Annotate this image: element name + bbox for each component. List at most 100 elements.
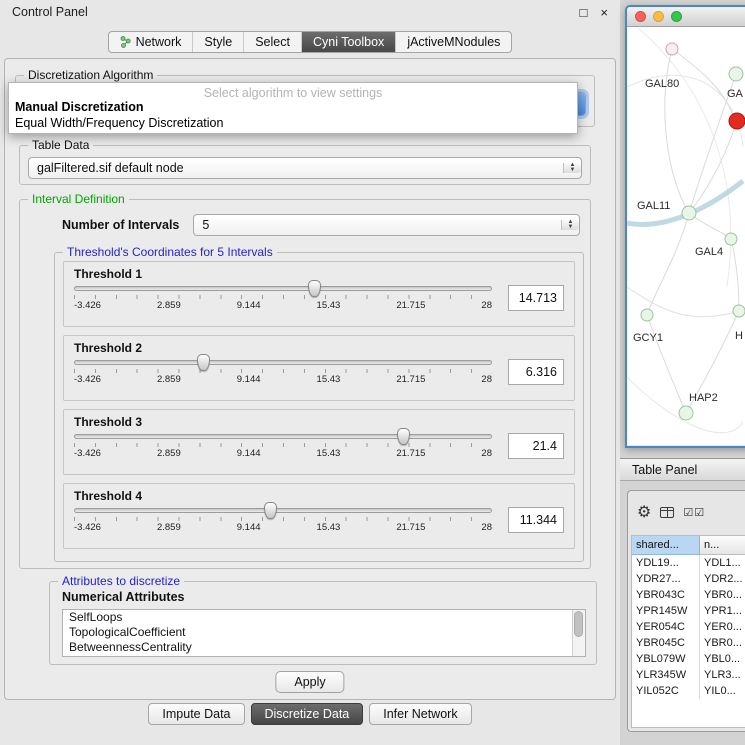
interval-definition-label: Interval Definition bbox=[28, 192, 129, 206]
slider-thumb[interactable] bbox=[397, 428, 410, 445]
table-cell[interactable]: YDL1... bbox=[700, 555, 745, 571]
list-item[interactable]: BetweennessCentrality bbox=[63, 640, 572, 655]
table-cell[interactable]: YBL079W bbox=[632, 651, 700, 667]
network-node[interactable] bbox=[729, 67, 743, 81]
network-node[interactable] bbox=[682, 206, 696, 220]
table-row[interactable]: YIL052CYIL0... bbox=[632, 683, 745, 699]
tab-infer-network[interactable]: Infer Network bbox=[369, 703, 471, 725]
table-row[interactable]: YLR345WYLR3... bbox=[632, 667, 745, 683]
scale-tick-label: -3.426 bbox=[74, 522, 101, 533]
slider-scale-labels: -3.4262.8599.14415.4321.71528 bbox=[74, 300, 492, 311]
tab-style[interactable]: Style bbox=[192, 32, 243, 52]
table-cell[interactable]: YBL0... bbox=[700, 651, 745, 667]
column-header-shared-name[interactable]: shared... bbox=[632, 536, 700, 555]
scrollbar-thumb[interactable] bbox=[574, 611, 583, 637]
algorithm-popup-options: Manual DiscretizationEqual Width/Frequen… bbox=[9, 99, 577, 131]
table-cell[interactable]: YIL052C bbox=[632, 683, 700, 699]
minimize-traffic-light-icon[interactable] bbox=[653, 11, 664, 22]
close-icon[interactable]: × bbox=[600, 6, 608, 19]
table-cell[interactable]: YPR145W bbox=[632, 603, 700, 619]
threshold-label: Threshold 1 bbox=[74, 267, 564, 281]
columns-icon[interactable] bbox=[660, 507, 674, 518]
network-edge[interactable] bbox=[647, 213, 689, 315]
threshold-value-input[interactable]: 21.4 bbox=[508, 433, 564, 459]
table-cell[interactable]: YBR043C bbox=[632, 587, 700, 603]
slider-track[interactable] bbox=[74, 508, 492, 513]
list-item[interactable]: SelfLoops bbox=[63, 610, 572, 625]
threshold-value-input[interactable]: 6.316 bbox=[508, 359, 564, 385]
apply-button[interactable]: Apply bbox=[275, 671, 344, 693]
gear-icon[interactable]: ⚙ bbox=[637, 504, 651, 520]
slider-thumb[interactable] bbox=[197, 354, 210, 371]
network-node[interactable] bbox=[725, 233, 737, 245]
threshold-slider[interactable]: -3.4262.8599.14415.4321.71528 bbox=[74, 434, 492, 459]
combo-stepper-icon[interactable]: ▲▼ bbox=[563, 163, 581, 173]
table-cell[interactable]: YDL19... bbox=[632, 555, 700, 571]
table-cell[interactable]: YBR0... bbox=[700, 587, 745, 603]
slider-track[interactable] bbox=[74, 434, 492, 439]
network-window-titlebar bbox=[627, 7, 745, 27]
menu-item[interactable]: Manual Discretization bbox=[9, 99, 577, 115]
float-window-icon[interactable]: □ bbox=[580, 6, 588, 19]
algorithm-dropdown-popup: Select algorithm to view settings Manual… bbox=[8, 82, 578, 134]
table-cell[interactable]: YBR045C bbox=[632, 635, 700, 651]
close-traffic-light-icon[interactable] bbox=[635, 11, 646, 22]
network-edge[interactable] bbox=[665, 49, 689, 213]
table-toolbar: ⚙ ☑☑ bbox=[628, 491, 745, 533]
table-row[interactable]: YER054CYER0... bbox=[632, 619, 745, 635]
network-edge[interactable] bbox=[647, 315, 686, 413]
threshold-slider[interactable]: -3.4262.8599.14415.4321.71528 bbox=[74, 360, 492, 385]
table-cell[interactable]: YBR0... bbox=[700, 635, 745, 651]
threshold-value-input[interactable]: 14.713 bbox=[508, 285, 564, 311]
tab-select[interactable]: Select bbox=[243, 32, 301, 52]
threshold-slider[interactable]: -3.4262.8599.14415.4321.71528 bbox=[74, 508, 492, 533]
column-header-name[interactable]: n... bbox=[700, 536, 745, 555]
tab-jactivemnodules[interactable]: jActiveMNodules bbox=[395, 32, 511, 52]
network-node[interactable] bbox=[641, 309, 653, 321]
table-row[interactable]: YBR045CYBR0... bbox=[632, 635, 745, 651]
list-item[interactable]: TopologicalCoefficient bbox=[63, 625, 572, 640]
table-cell[interactable]: YIL0... bbox=[700, 683, 745, 699]
table-cell[interactable]: YER0... bbox=[700, 619, 745, 635]
slider-thumb[interactable] bbox=[264, 502, 277, 519]
table-cell[interactable]: YDR2... bbox=[700, 571, 745, 587]
combo-stepper-icon[interactable]: ▲▼ bbox=[561, 220, 579, 230]
tab-impute-data[interactable]: Impute Data bbox=[148, 703, 244, 725]
slider-thumb[interactable] bbox=[308, 280, 321, 297]
network-node[interactable] bbox=[733, 305, 745, 317]
table-data-select[interactable]: galFiltered.sif default node ▲▼ bbox=[28, 157, 582, 179]
slider-track[interactable] bbox=[74, 360, 492, 365]
table-row[interactable]: YDL19...YDL1... bbox=[632, 555, 745, 571]
tab-cyni-toolbox[interactable]: Cyni Toolbox bbox=[301, 32, 395, 52]
numerical-attributes-label: Numerical Attributes bbox=[62, 590, 184, 604]
number-of-intervals-select[interactable]: 5 ▲▼ bbox=[193, 214, 580, 236]
table-row[interactable]: YBL079WYBL0... bbox=[632, 651, 745, 667]
menu-item-placeholder[interactable]: Select algorithm to view settings bbox=[9, 83, 577, 99]
zoom-traffic-light-icon[interactable] bbox=[671, 11, 682, 22]
network-edge[interactable] bbox=[731, 239, 739, 311]
table-cell[interactable]: YLR3... bbox=[700, 667, 745, 683]
network-node[interactable] bbox=[679, 406, 693, 420]
table-row[interactable]: YDR27...YDR2... bbox=[632, 571, 745, 587]
table-cell[interactable]: YLR345W bbox=[632, 667, 700, 683]
threshold-label: Threshold 3 bbox=[74, 415, 564, 429]
threshold-value-input[interactable]: 11.344 bbox=[508, 507, 564, 533]
select-columns-icon[interactable]: ☑☑ bbox=[683, 507, 705, 518]
scale-tick-label: 28 bbox=[481, 522, 492, 533]
tab-network[interactable]: Network bbox=[109, 32, 193, 52]
table-row[interactable]: YBR043CYBR0... bbox=[632, 587, 745, 603]
table-row[interactable]: YPR145WYPR1... bbox=[632, 603, 745, 619]
table-cell[interactable]: YPR1... bbox=[700, 603, 745, 619]
tab-label: Cyni Toolbox bbox=[313, 35, 384, 49]
tab-discretize-data[interactable]: Discretize Data bbox=[251, 703, 364, 725]
slider-track[interactable] bbox=[74, 286, 492, 291]
threshold-slider[interactable]: -3.4262.8599.14415.4321.71528 bbox=[74, 286, 492, 311]
network-node[interactable] bbox=[666, 43, 678, 55]
menu-item[interactable]: Equal Width/Frequency Discretization bbox=[9, 115, 577, 131]
network-node[interactable] bbox=[729, 113, 745, 129]
network-edge[interactable] bbox=[627, 377, 743, 433]
network-canvas[interactable]: GAL80GAGAL11GAL4GCY1HHAP2 bbox=[627, 27, 745, 445]
list-scrollbar[interactable] bbox=[572, 610, 585, 656]
table-cell[interactable]: YER054C bbox=[632, 619, 700, 635]
table-cell[interactable]: YDR27... bbox=[632, 571, 700, 587]
